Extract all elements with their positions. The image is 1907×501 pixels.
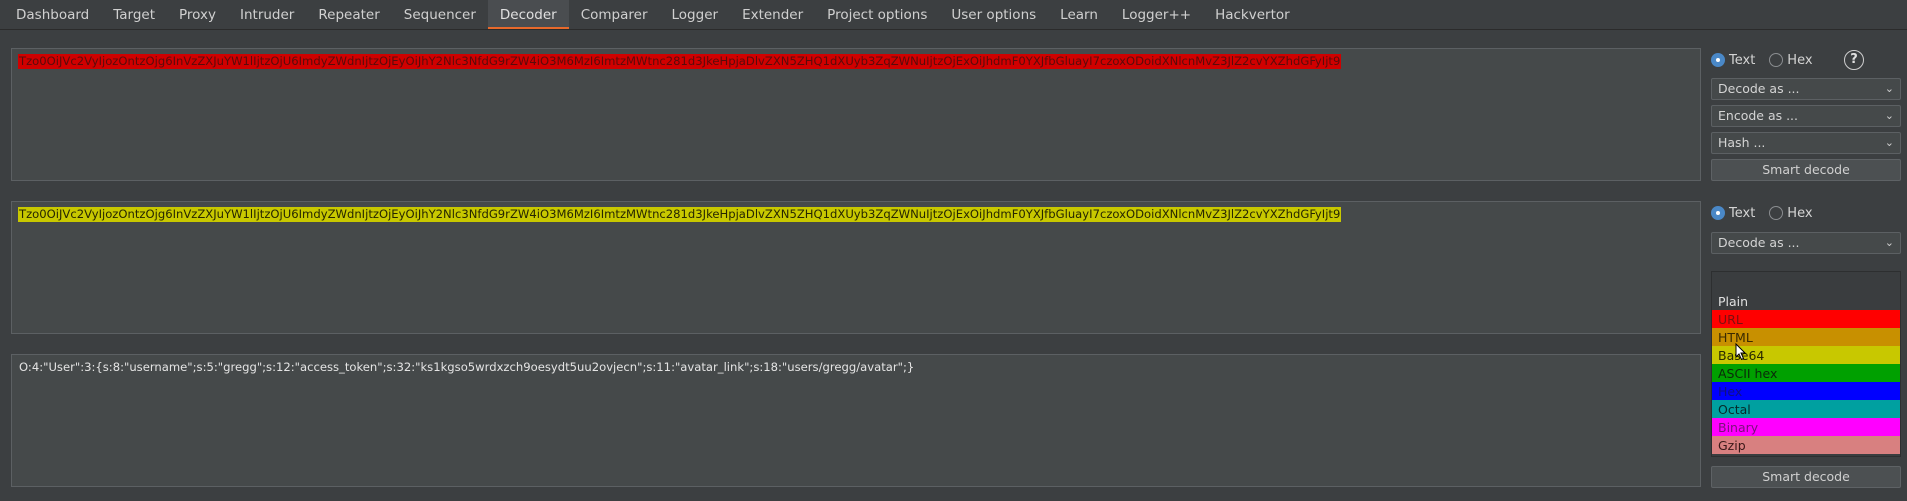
dropdown-option-gzip[interactable]: Gzip bbox=[1712, 436, 1900, 454]
dropdown-option-ascii-hex[interactable]: ASCII hex bbox=[1712, 364, 1900, 382]
decoder-output-pane-2[interactable]: O:4:"User":3:{s:8:"username";s:5:"gregg"… bbox=[11, 354, 1701, 487]
tab-repeater[interactable]: Repeater bbox=[306, 0, 391, 29]
tab-sequencer[interactable]: Sequencer bbox=[392, 0, 488, 29]
decode-as-select-1[interactable]: Decode as ... ⌄ bbox=[1711, 78, 1901, 100]
hash-label: Hash ... bbox=[1718, 135, 1766, 150]
hex-radio-label: Hex bbox=[1787, 52, 1813, 68]
format-radio-group-2: Text Hex bbox=[1711, 203, 1823, 223]
decode-as-label: Decode as ... bbox=[1718, 81, 1800, 96]
chevron-down-icon: ⌄ bbox=[1884, 109, 1894, 122]
tab-hackvertor[interactable]: Hackvertor bbox=[1203, 0, 1302, 29]
decode-as-dropdown-list: PlainURLHTMLBase64ASCII hexHexOctalBinar… bbox=[1711, 271, 1901, 457]
text-radio-label: Text bbox=[1729, 52, 1756, 68]
chevron-down-icon: ⌄ bbox=[1884, 136, 1894, 149]
tab-comparer[interactable]: Comparer bbox=[569, 0, 660, 29]
tab-proxy[interactable]: Proxy bbox=[167, 0, 228, 29]
tab-logger[interactable]: Logger bbox=[660, 0, 731, 29]
dropdown-option-hex[interactable]: Hex bbox=[1712, 382, 1900, 400]
chevron-down-icon: ⌄ bbox=[1884, 82, 1894, 95]
main-tab-bar: Dashboard Target Proxy Intruder Repeater Sequ… bbox=[0, 0, 1907, 30]
smart-decode-button-1[interactable]: Smart decode bbox=[1711, 159, 1901, 181]
decoder-input-pane[interactable]: Tzo0OiJVc2VyIjozOntzOjg6InVzZXJuYW1lIjtz… bbox=[11, 48, 1701, 181]
tab-extender[interactable]: Extender bbox=[730, 0, 815, 29]
decoder-output-pane-1[interactable]: Tzo0OiJVc2VyIjozOntzOjg6InVzZXJuYW1lIjtz… bbox=[11, 201, 1701, 334]
hex-radio-2[interactable] bbox=[1769, 206, 1784, 220]
tab-intruder[interactable]: Intruder bbox=[228, 0, 306, 29]
encoded-text-red-highlight[interactable]: Tzo0OiJVc2VyIjozOntzOjg6InVzZXJuYW1lIjtz… bbox=[18, 54, 1342, 69]
encode-as-label: Encode as ... bbox=[1718, 108, 1799, 123]
decode-as-label: Decode as ... bbox=[1718, 235, 1800, 250]
tab-dashboard[interactable]: Dashboard bbox=[4, 0, 101, 29]
decode-as-select-2[interactable]: Decode as ... ⌄ bbox=[1711, 232, 1901, 254]
chevron-down-icon: ⌄ bbox=[1884, 236, 1894, 249]
smart-decode-button-2[interactable]: Smart decode bbox=[1711, 466, 1901, 488]
dropdown-option-plain[interactable]: Plain bbox=[1712, 292, 1900, 310]
tab-decoder[interactable]: Decoder bbox=[487, 0, 569, 29]
hash-select-1[interactable]: Hash ... ⌄ bbox=[1711, 132, 1901, 154]
text-radio-1[interactable] bbox=[1711, 53, 1725, 67]
tab-target[interactable]: Target bbox=[101, 0, 167, 29]
hex-radio-label: Hex bbox=[1787, 205, 1813, 221]
text-radio-2[interactable] bbox=[1711, 206, 1725, 220]
format-radio-group-1: Text Hex bbox=[1711, 50, 1823, 70]
encoded-text-yellow-highlight[interactable]: Tzo0OiJVc2VyIjozOntzOjg6InVzZXJuYW1lIjtz… bbox=[18, 207, 1342, 222]
tab-project-options[interactable]: Project options bbox=[815, 0, 939, 29]
dropdown-option-url[interactable]: URL bbox=[1712, 310, 1900, 328]
hex-radio-1[interactable] bbox=[1769, 53, 1784, 67]
mouse-pointer-icon bbox=[1735, 343, 1747, 361]
decoded-text[interactable]: O:4:"User":3:{s:8:"username";s:5:"gregg"… bbox=[18, 360, 915, 375]
help-icon[interactable]: ? bbox=[1844, 50, 1864, 70]
text-radio-label: Text bbox=[1729, 205, 1756, 221]
encode-as-select-1[interactable]: Encode as ... ⌄ bbox=[1711, 105, 1901, 127]
dropdown-option-octal[interactable]: Octal bbox=[1712, 400, 1900, 418]
dropdown-option-binary[interactable]: Binary bbox=[1712, 418, 1900, 436]
tab-logger-plus-plus[interactable]: Logger++ bbox=[1110, 0, 1203, 29]
tab-user-options[interactable]: User options bbox=[939, 0, 1048, 29]
tab-learn[interactable]: Learn bbox=[1048, 0, 1110, 29]
